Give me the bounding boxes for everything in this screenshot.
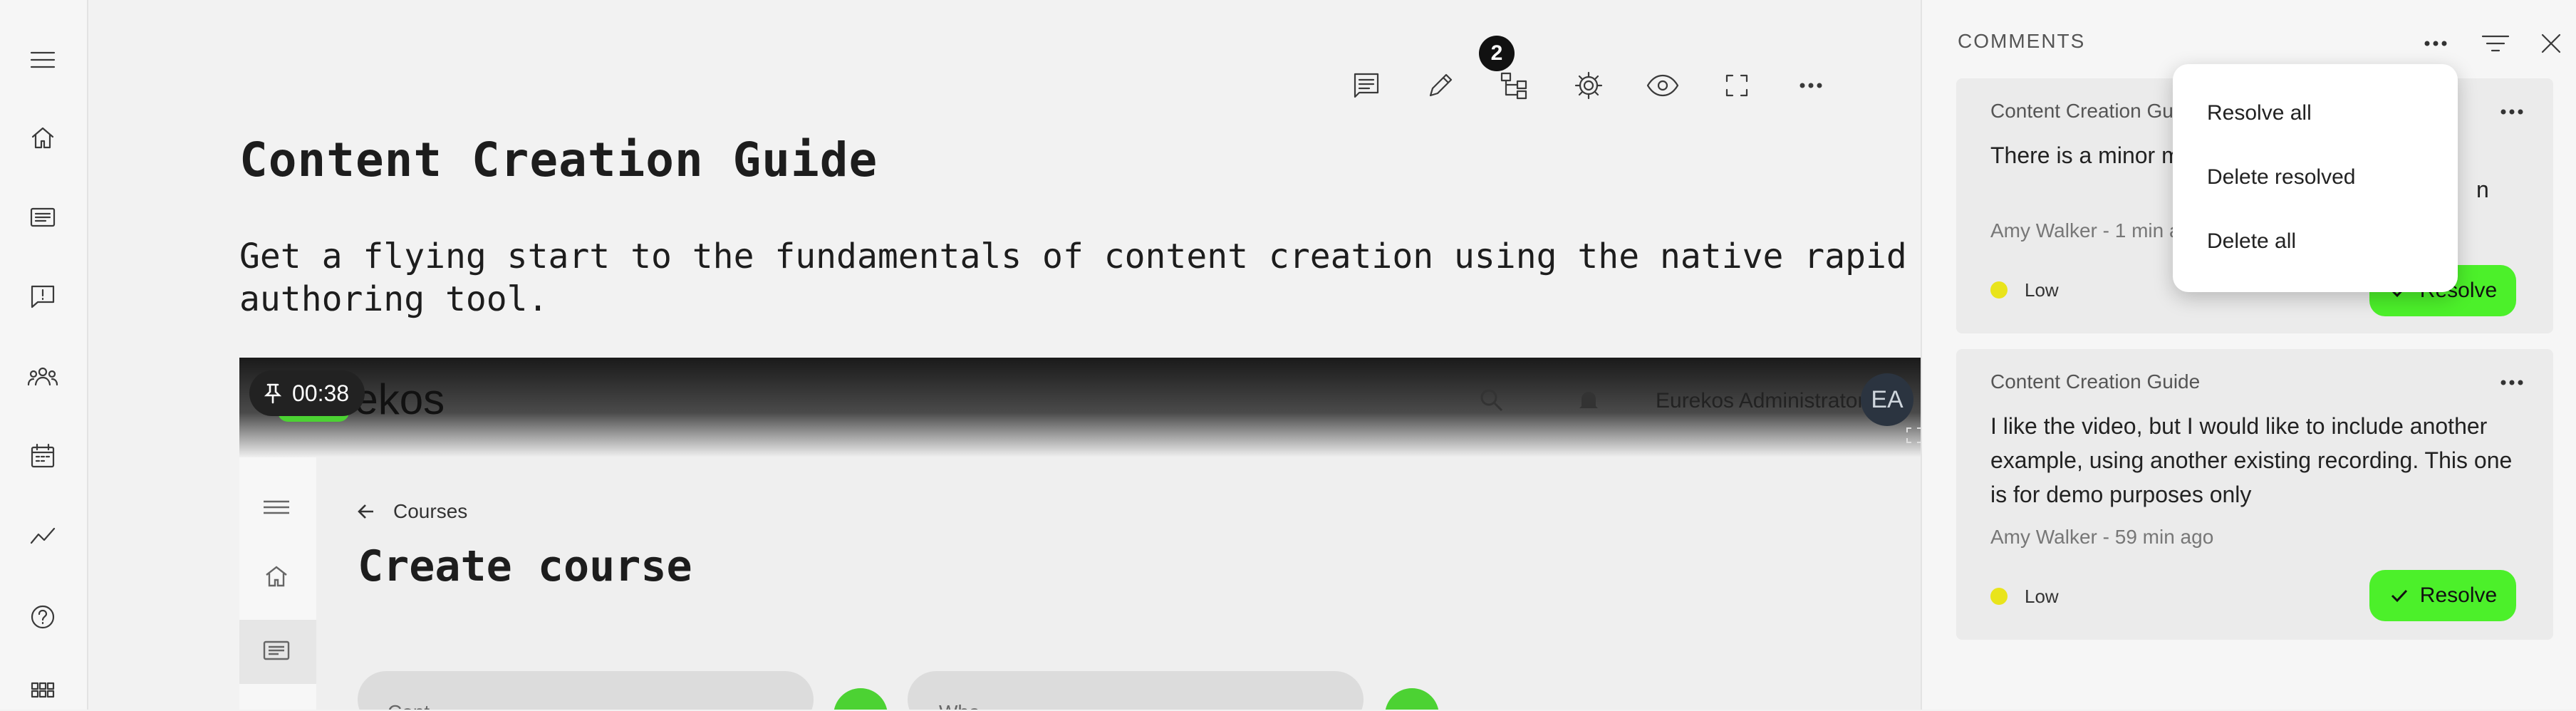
- back-link-label: Courses: [393, 500, 468, 522]
- preview-icon[interactable]: [1643, 66, 1683, 105]
- main-content: 2 Content Creation Guide Get a flying st…: [88, 0, 1946, 710]
- comment-text-tail: n: [2476, 177, 2489, 202]
- home-icon[interactable]: [26, 121, 60, 155]
- help-icon[interactable]: [26, 600, 60, 634]
- home-icon: [266, 566, 287, 587]
- resolve-button[interactable]: Resolve: [2369, 570, 2516, 621]
- comment-source: Content Creation Guide: [1990, 100, 2201, 122]
- menu-item-delete-all[interactable]: Delete all: [2207, 229, 2296, 254]
- pin-icon: [264, 383, 282, 404]
- comment-card: Content Creation Guide I like the video,…: [1956, 349, 2553, 640]
- video-add-button-1: [833, 688, 888, 710]
- timestamp-chip[interactable]: 00:38: [249, 370, 365, 416]
- filter-icon[interactable]: [2478, 26, 2513, 61]
- menu-icon: [264, 500, 289, 514]
- timestamp-label: 00:38: [292, 380, 350, 406]
- back-link: Courses: [356, 500, 467, 523]
- arrow-left-icon: [358, 504, 373, 519]
- comments-icon[interactable]: [1346, 66, 1386, 105]
- video-sidebar: [239, 457, 316, 710]
- comment-meta: Amy Walker - 1 min a: [1990, 219, 2181, 242]
- left-navigation: [0, 0, 88, 710]
- menu-item-resolve-all[interactable]: Resolve all: [2207, 101, 2312, 125]
- close-icon[interactable]: [2533, 26, 2569, 61]
- priority-label: Low: [2025, 279, 2059, 301]
- video-player[interactable]: urekos 00:38 Eurekos Administrator EA Co…: [239, 358, 1946, 710]
- priority-dot: [1990, 588, 2008, 605]
- comments-title: COMMENTS: [1958, 30, 2086, 52]
- fullscreen-icon[interactable]: [1717, 66, 1757, 105]
- check-icon: [2391, 589, 2407, 603]
- comment-text: I like the video, but I would like to in…: [1990, 413, 2513, 507]
- apps-icon[interactable]: [26, 677, 60, 711]
- edit-icon[interactable]: [1421, 66, 1460, 105]
- page-title: Content Creation Guide: [239, 133, 878, 187]
- menu-item-delete-resolved[interactable]: Delete resolved: [2207, 165, 2355, 190]
- more-options-icon[interactable]: [1791, 66, 1831, 105]
- comment-more-icon[interactable]: [2491, 94, 2533, 130]
- settings-icon[interactable]: [1569, 66, 1609, 105]
- comments-more-icon[interactable]: [2418, 26, 2453, 61]
- video-heading: Create course: [358, 541, 692, 591]
- calendar-icon[interactable]: [26, 439, 60, 473]
- search-icon: [1480, 389, 1503, 412]
- video-add-button-2: [1385, 688, 1439, 710]
- video-field-1-text: Cont: [388, 701, 430, 710]
- analytics-icon[interactable]: [26, 519, 60, 553]
- comments-options-menu: Resolve all Delete resolved Delete all: [2173, 64, 2458, 292]
- comment-more-icon[interactable]: [2491, 365, 2533, 400]
- video-field-2-text: Wha: [939, 701, 980, 710]
- courses-icon: [263, 640, 290, 660]
- comment-meta: Amy Walker - 59 min ago: [1990, 526, 2214, 548]
- admin-name: Eurekos Administrator: [1656, 389, 1865, 412]
- menu-icon[interactable]: [26, 43, 60, 77]
- avatar: EA: [1861, 373, 1913, 426]
- feedback-icon[interactable]: [26, 279, 60, 313]
- comment-source: Content Creation Guide: [1990, 370, 2201, 393]
- courses-icon[interactable]: [26, 201, 60, 235]
- notification-icon: [1579, 392, 1598, 410]
- resolve-button-label: Resolve: [2419, 583, 2498, 607]
- priority-dot: [1990, 281, 2008, 299]
- groups-icon[interactable]: [26, 359, 60, 393]
- structure-icon[interactable]: [1495, 66, 1534, 105]
- priority-label: Low: [2025, 586, 2059, 607]
- page-description: Get a flying start to the fundamentals o…: [239, 237, 1907, 319]
